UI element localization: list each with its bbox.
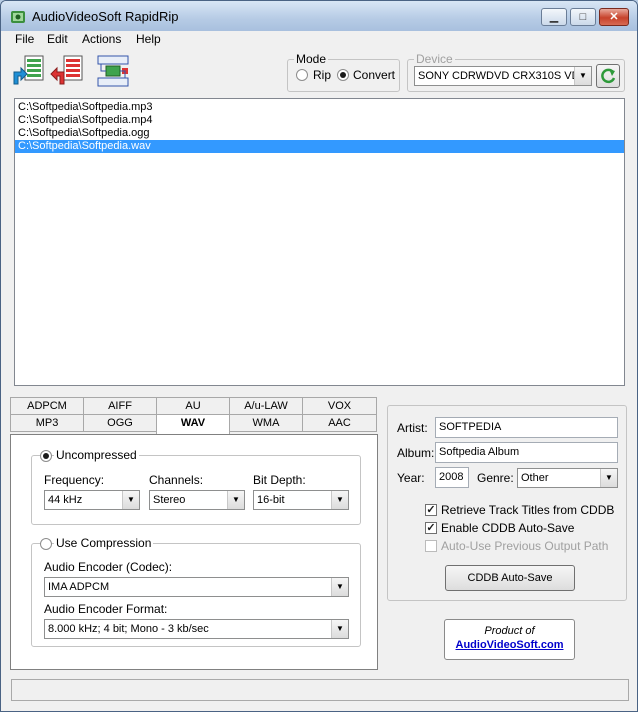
mode-label: Mode	[294, 52, 329, 66]
format-label: Audio Encoder Format:	[44, 602, 168, 616]
channels-select[interactable]: Stereo ▼	[149, 490, 245, 510]
file-list[interactable]: C:\Softpedia\Softpedia.mp3 C:\Softpedia\…	[14, 98, 625, 386]
close-icon: ✕	[609, 11, 619, 23]
year-input[interactable]: 2008	[435, 467, 469, 488]
app-icon	[11, 11, 25, 23]
album-label: Album:	[397, 446, 435, 460]
menu-help[interactable]: Help	[136, 32, 161, 46]
window-title: AudioVideoSoft RapidRip	[32, 9, 179, 24]
year-label: Year:	[397, 471, 425, 485]
album-input[interactable]: Softpedia Album	[435, 442, 618, 463]
chevron-down-icon: ▼	[227, 491, 244, 509]
uncompressed-group: Uncompressed Frequency: 44 kHz ▼ Channel…	[31, 448, 361, 525]
cddb-autosave-label: Enable CDDB Auto-Save	[441, 521, 575, 535]
refresh-device-button[interactable]	[596, 64, 620, 88]
artist-input[interactable]: SOFTPEDIA	[435, 417, 618, 438]
tab-wma[interactable]: WMA	[229, 414, 303, 432]
tab-aiff[interactable]: AIFF	[83, 397, 157, 415]
format-select[interactable]: 8.000 kHz; 4 bit; Mono - 3 kb/sec ▼	[44, 619, 349, 639]
menu-actions[interactable]: Actions	[82, 32, 121, 46]
device-value: SONY CDRWDVD CRX310S VDK2	[418, 70, 592, 82]
convert-radio[interactable]	[337, 69, 349, 81]
compression-group: Use Compression Audio Encoder (Codec): I…	[31, 536, 361, 647]
tab-au[interactable]: AU	[156, 397, 230, 415]
chevron-down-icon: ▼	[600, 469, 617, 487]
metadata-group: Artist: SOFTPEDIA Album: Softpedia Album…	[387, 405, 627, 601]
menu-edit[interactable]: Edit	[47, 32, 68, 46]
convert-label: Convert	[353, 68, 396, 82]
codec-value: IMA ADPCM	[48, 581, 110, 593]
chevron-down-icon: ▼	[331, 491, 348, 509]
product-of-text: Product of	[484, 625, 535, 637]
status-bar	[11, 679, 629, 701]
tab-vox[interactable]: VOX	[302, 397, 377, 415]
list-item[interactable]: C:\Softpedia\Softpedia.wav	[15, 140, 624, 153]
codec-select[interactable]: IMA ADPCM ▼	[44, 577, 349, 597]
minimize-button[interactable]: ▁	[541, 8, 567, 26]
add-files-icon[interactable]	[11, 54, 45, 88]
artist-label: Artist:	[397, 421, 428, 435]
chevron-down-icon: ▼	[331, 578, 348, 596]
title-bar[interactable]: AudioVideoSoft RapidRip ▁ □ ✕	[1, 1, 637, 31]
use-compression-radio[interactable]	[40, 538, 52, 550]
channels-label: Channels:	[149, 473, 204, 487]
list-item[interactable]: C:\Softpedia\Softpedia.mp3	[15, 101, 624, 114]
wav-settings-panel: Uncompressed Frequency: 44 kHz ▼ Channel…	[10, 434, 378, 670]
bitdepth-label: Bit Depth:	[253, 473, 306, 487]
tab-adpcm[interactable]: ADPCM	[10, 397, 84, 415]
genre-value: Other	[521, 472, 549, 484]
convert-audio-icon[interactable]	[96, 54, 130, 88]
chevron-down-icon: ▼	[122, 491, 139, 509]
close-button[interactable]: ✕	[599, 8, 629, 26]
tab-ogg[interactable]: OGG	[83, 414, 157, 432]
codec-label: Audio Encoder (Codec):	[44, 560, 173, 574]
menu-file[interactable]: File	[15, 32, 34, 46]
prev-path-checkbox[interactable]	[425, 540, 437, 552]
maximize-button[interactable]: □	[570, 8, 596, 26]
chevron-down-icon: ▼	[331, 620, 348, 638]
tab-aulaw[interactable]: A/u-LAW	[229, 397, 303, 415]
list-item[interactable]: C:\Softpedia\Softpedia.mp4	[15, 114, 624, 127]
cddb-autosave-button[interactable]: CDDB Auto-Save	[445, 565, 575, 591]
bitdepth-value: 16-bit	[257, 494, 285, 506]
use-compression-label: Use Compression	[54, 536, 154, 550]
retrieve-cddb-label: Retrieve Track Titles from CDDB	[441, 503, 615, 517]
minimize-icon: ▁	[549, 11, 559, 23]
app-window: AudioVideoSoft RapidRip ▁ □ ✕ File Edit …	[0, 0, 638, 712]
frequency-value: 44 kHz	[48, 494, 83, 506]
cddb-autosave-checkbox[interactable]: ✓	[425, 522, 437, 534]
list-item[interactable]: C:\Softpedia\Softpedia.ogg	[15, 127, 624, 140]
rip-label: Rip	[313, 68, 332, 82]
device-group: Device SONY CDRWDVD CRX310S VDK2 ▼	[407, 52, 625, 92]
channels-value: Stereo	[153, 494, 186, 506]
tab-aac[interactable]: AAC	[302, 414, 377, 432]
rip-radio[interactable]	[296, 69, 308, 81]
device-select[interactable]: SONY CDRWDVD CRX310S VDK2 ▼	[414, 66, 592, 86]
refresh-icon	[601, 68, 616, 84]
tab-wav[interactable]: WAV	[156, 414, 230, 434]
retrieve-cddb-checkbox[interactable]: ✓	[425, 504, 437, 516]
mode-group: Mode Rip Convert	[287, 52, 400, 92]
chevron-down-icon: ▼	[574, 67, 591, 85]
uncompressed-label: Uncompressed	[54, 448, 139, 462]
genre-label: Genre:	[477, 471, 514, 485]
product-link-box[interactable]: Product of AudioVideoSoft.com	[444, 619, 575, 660]
frequency-select[interactable]: 44 kHz ▼	[44, 490, 140, 510]
frequency-label: Frequency:	[44, 473, 105, 487]
prev-path-label: Auto-Use Previous Output Path	[441, 539, 609, 553]
format-value: 8.000 kHz; 4 bit; Mono - 3 kb/sec	[48, 623, 209, 635]
remove-files-icon[interactable]	[50, 54, 84, 88]
device-label: Device	[414, 52, 455, 66]
bitdepth-select[interactable]: 16-bit ▼	[253, 490, 349, 510]
maximize-icon: □	[579, 11, 587, 23]
tab-mp3[interactable]: MP3	[10, 414, 84, 432]
menu-bar: File Edit Actions Help	[1, 31, 637, 49]
uncompressed-radio[interactable]	[40, 450, 52, 462]
product-link[interactable]: AudioVideoSoft.com	[445, 639, 574, 651]
genre-select[interactable]: Other ▼	[517, 468, 618, 488]
